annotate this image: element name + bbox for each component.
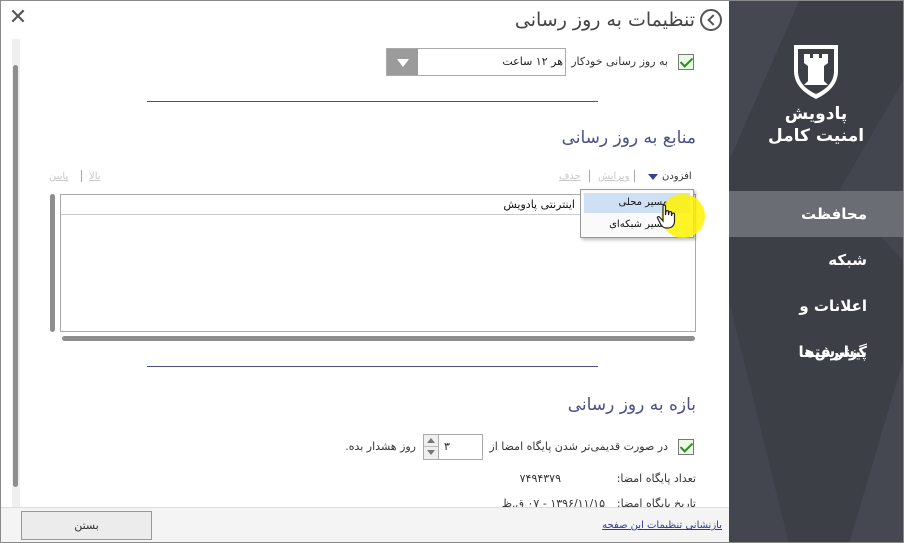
outdated-warning-checkbox[interactable] <box>678 439 694 455</box>
update-frequency-select[interactable]: هر ۱۲ ساعت <box>386 48 566 76</box>
sidebar-item-protection[interactable]: محافظت <box>729 191 903 237</box>
logo-product-name: امنیت کامل <box>767 126 865 146</box>
increment-icon[interactable] <box>424 435 438 447</box>
sidebar-nav: محافظت شبکه اعلانات و گزارش‌ها پیشرفته <box>729 191 903 375</box>
warning-text-before: در صورت قدیمی‌تر شدن پایگاه امضا از <box>489 440 668 453</box>
stepper-buttons <box>424 435 439 459</box>
edit-source-button[interactable]: ویرایش <box>598 171 629 182</box>
logo-brand-name: پادویش <box>784 104 848 124</box>
list-vertical-scrollbar[interactable] <box>50 194 55 332</box>
toolbar-separator <box>634 170 635 182</box>
back-icon[interactable] <box>700 9 722 31</box>
warning-days-value: ۳ <box>444 440 450 453</box>
close-button[interactable]: بستن <box>21 511 152 540</box>
signature-count-value: ۷۴۹۴۳۷۹ <box>519 472 561 485</box>
close-icon[interactable]: ✕ <box>7 7 29 29</box>
decrement-icon[interactable] <box>424 447 438 459</box>
signature-count-label: تعداد پایگاه امضا: <box>616 472 696 485</box>
warning-days-stepper[interactable]: ۳ <box>423 434 483 460</box>
vertical-scrollbar-thumb[interactable] <box>13 65 18 487</box>
move-down-button[interactable]: پایین <box>49 171 68 182</box>
settings-window: ✕ تنظیمات به روز رسانی به روز رسانی خودک… <box>0 0 904 543</box>
warning-text-after: روز هشدار بده. <box>345 440 416 453</box>
app-logo: پادویش امنیت کامل <box>729 41 903 147</box>
toolbar-separator <box>589 170 590 182</box>
hand-pointer-icon <box>656 204 676 229</box>
sidebar-item-network[interactable]: شبکه <box>729 237 903 283</box>
window-title: تنظیمات به روز رسانی <box>514 9 695 31</box>
settings-content: به روز رسانی خودکار هر ۱۲ ساعت منابع به … <box>8 39 731 507</box>
move-up-button[interactable]: بالا <box>89 171 101 182</box>
sidebar-item-advanced[interactable]: پیشرفته <box>729 329 903 375</box>
sidebar-item-notifications[interactable]: اعلانات و گزارش‌ها <box>729 283 903 361</box>
title-bar: ✕ تنظیمات به روز رسانی <box>1 1 731 39</box>
shield-rook-icon <box>794 45 838 99</box>
interval-section-title: بازه به روز رسانی <box>567 395 696 415</box>
list-item-label: اینترنتی پادویش <box>503 198 575 211</box>
list-horizontal-scrollbar[interactable] <box>62 336 695 341</box>
sidebar: پادویش امنیت کامل محافظت شبکه اعلانات و … <box>729 1 903 542</box>
update-frequency-value: هر ۱۲ ساعت <box>502 55 563 68</box>
sources-section-title: منابع به روز رسانی <box>561 128 696 148</box>
footer-bar: بستن بازنشانی تنظیمات این صفحه <box>1 507 731 542</box>
signature-date-value: ۱۳۹۶/۱۱/۱۵ - ۰۷ ق.ظ <box>501 497 605 507</box>
toolbar-separator <box>81 170 82 182</box>
reset-settings-link[interactable]: بازنشانی تنظیمات این صفحه <box>602 520 722 531</box>
auto-update-checkbox[interactable] <box>678 54 694 70</box>
delete-source-button[interactable]: حذف <box>559 171 581 182</box>
section-divider <box>147 366 598 367</box>
section-divider <box>147 101 598 102</box>
auto-update-label: به روز رسانی خودکار <box>571 55 668 68</box>
chevron-down-icon[interactable] <box>387 49 418 75</box>
dropdown-caret-icon[interactable] <box>648 174 658 180</box>
add-source-button[interactable]: افزودن <box>662 171 692 182</box>
signature-date-label: تاریخ پایگاه امضا: <box>616 497 696 507</box>
